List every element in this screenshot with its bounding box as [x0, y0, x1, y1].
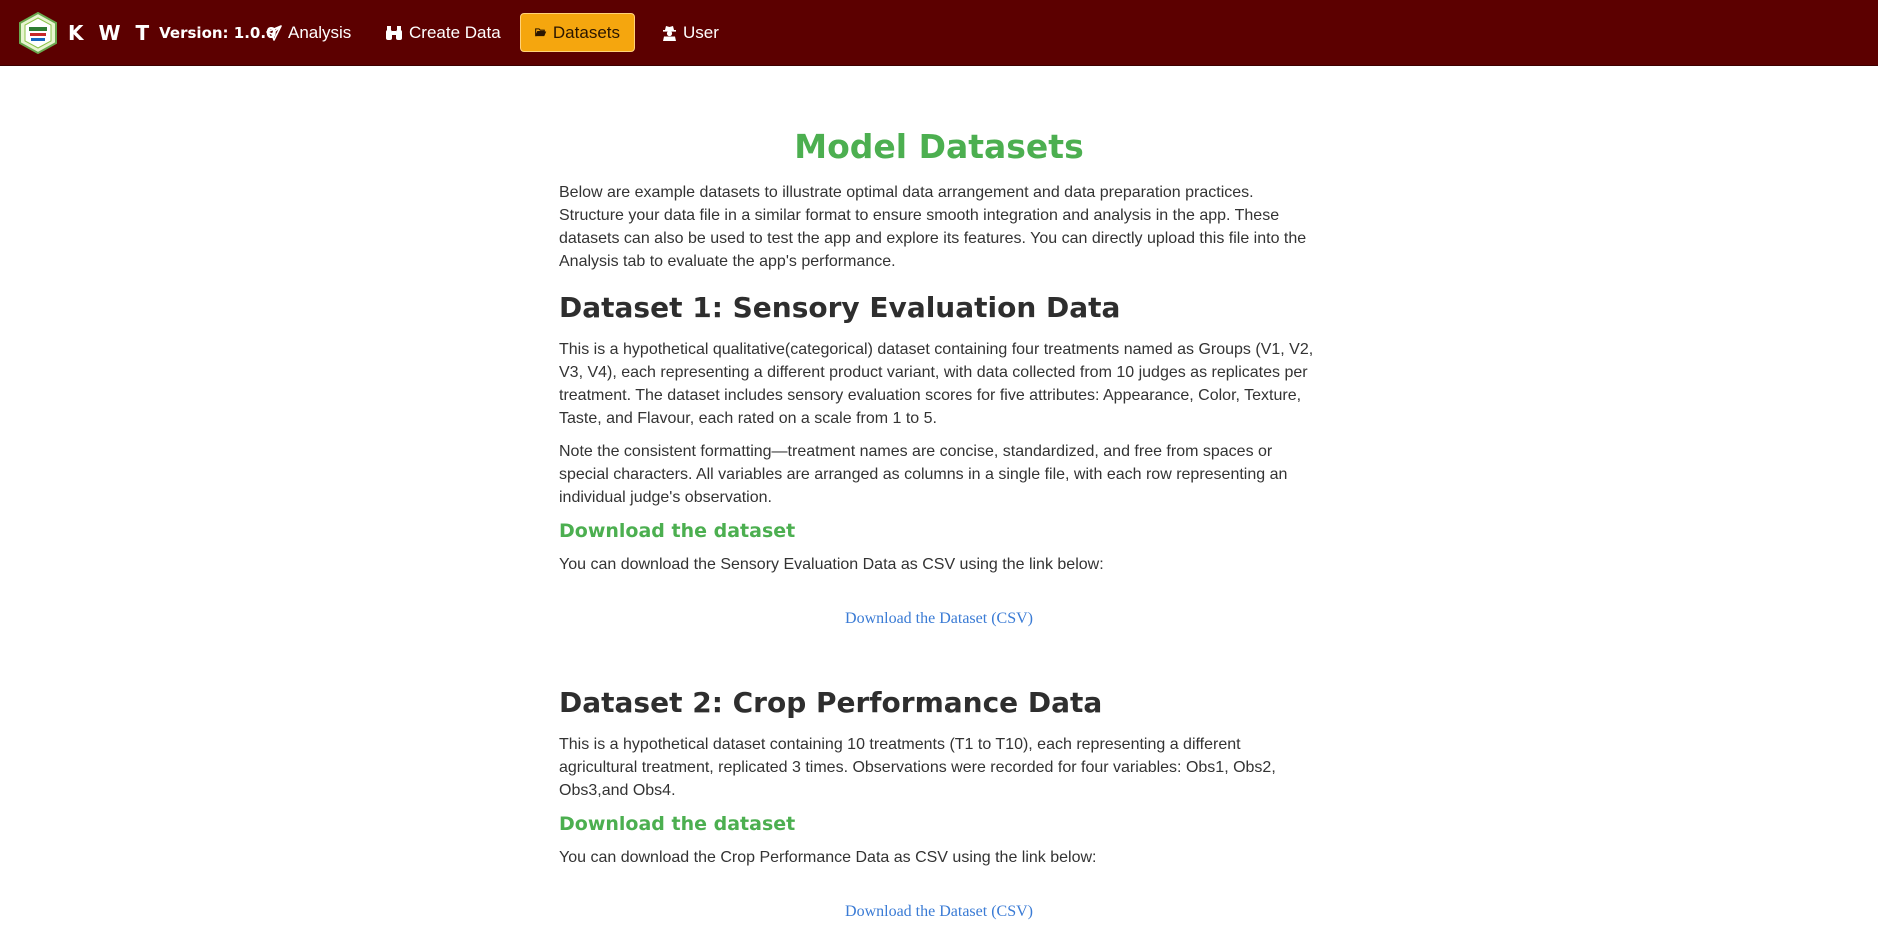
- dataset-1-note: Note the consistent formatting—treatment…: [559, 443, 1288, 506]
- dataset-1-download-heading: Download the dataset: [559, 520, 796, 542]
- dataset-2-link-wrap: Download the Dataset (CSV): [559, 903, 1319, 927]
- nav-create-data-label: Create Data: [409, 22, 501, 42]
- dataset-2-description: This is a hypothetical dataset containin…: [559, 736, 1276, 799]
- main-content: Model Datasets Below are example dataset…: [559, 120, 1319, 927]
- intro-text: Below are example datasets to illustrate…: [559, 184, 1307, 270]
- nav-user[interactable]: User: [648, 13, 733, 52]
- binoculars-icon: [386, 25, 402, 40]
- dataset-1-description: This is a hypothetical qualitative(categ…: [559, 341, 1314, 427]
- brand[interactable]: K W T Version: 1.0.0: [18, 12, 276, 54]
- dataset-2-download-text: You can download the Crop Performance Da…: [559, 849, 1097, 866]
- nav-user-label: User: [683, 22, 719, 42]
- logo-icon: [19, 12, 57, 54]
- nav-create-data[interactable]: Create Data: [371, 13, 515, 52]
- dataset-1-download-link[interactable]: Download the Dataset (CSV): [845, 610, 1033, 627]
- dataset-1-link-wrap: Download the Dataset (CSV): [559, 610, 1319, 634]
- brand-name: K W T: [68, 21, 154, 45]
- dataset-2-download-heading: Download the dataset: [559, 813, 796, 835]
- nav-datasets-label: Datasets: [552, 22, 620, 42]
- page-title: Model Datasets: [794, 127, 1084, 166]
- nav-analysis[interactable]: Analysis: [252, 13, 365, 52]
- nav-datasets[interactable]: Datasets: [520, 13, 635, 52]
- nav-analysis-label: Analysis: [288, 22, 352, 42]
- dataset-2-heading: Dataset 2: Crop Performance Data: [559, 686, 1103, 719]
- dataset-2-download-link[interactable]: Download the Dataset (CSV): [845, 903, 1033, 920]
- dataset-1-download-text: You can download the Sensory Evaluation …: [559, 556, 1104, 573]
- dataset-1-heading: Dataset 1: Sensory Evaluation Data: [559, 291, 1121, 324]
- paper-plane-icon: [266, 24, 282, 41]
- top-navbar: K W T Version: 1.0.0 Analysis Create Dat…: [0, 0, 1878, 66]
- folder-open-icon: [535, 28, 547, 37]
- user-secret-icon: [663, 25, 676, 41]
